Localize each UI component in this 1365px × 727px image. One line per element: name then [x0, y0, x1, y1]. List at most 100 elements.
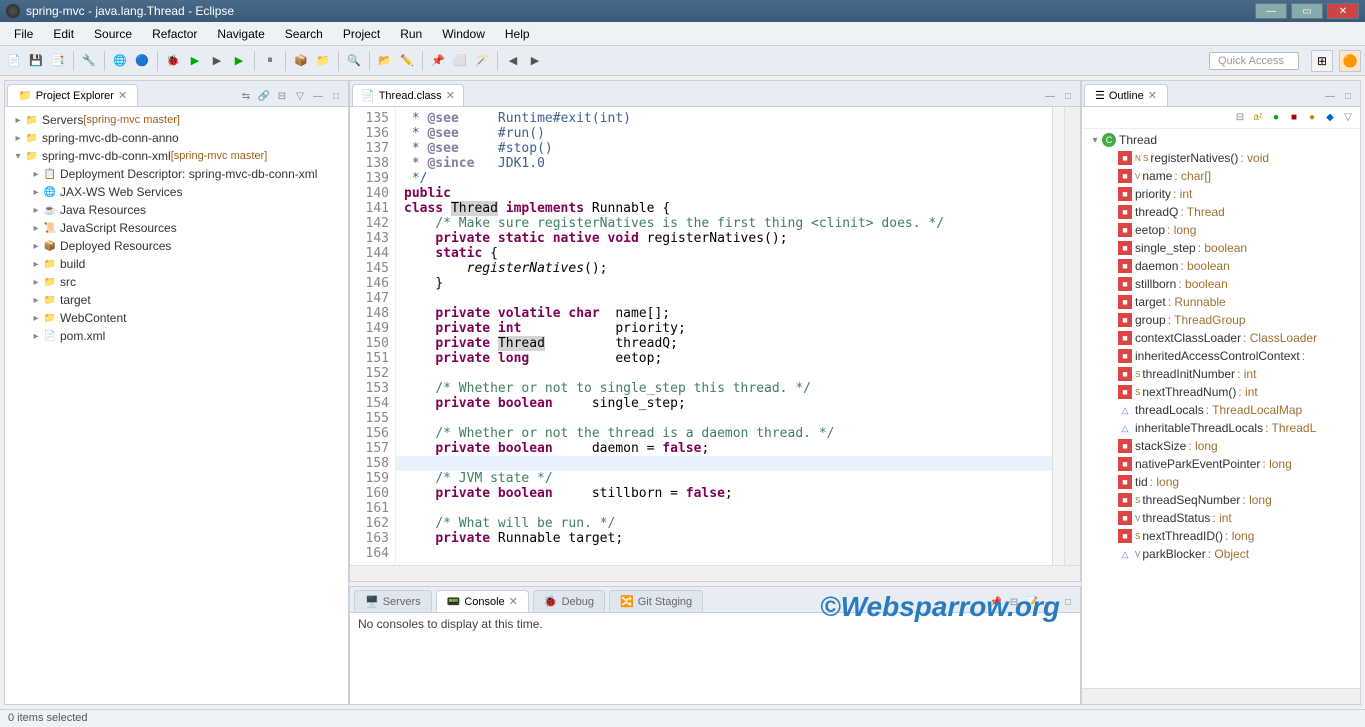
outline-member[interactable]: ■tid : long: [1114, 473, 1358, 491]
editor-tab-thread[interactable]: 📄 Thread.class ✕: [352, 84, 464, 106]
outline-member[interactable]: ■single_step : boolean: [1114, 239, 1358, 257]
menu-source[interactable]: Source: [84, 24, 142, 44]
twisty-icon[interactable]: ▸: [29, 295, 43, 306]
outline-member[interactable]: ■SthreadSeqNumber : long: [1114, 491, 1358, 509]
hide-fields-icon[interactable]: ●: [1268, 109, 1284, 125]
bottom-tab-debug[interactable]: 🐞Debug: [533, 590, 605, 612]
menu-file[interactable]: File: [4, 24, 43, 44]
twisty-icon[interactable]: ▸: [11, 115, 25, 126]
bottom-tab-servers[interactable]: 🖥️Servers: [354, 590, 432, 612]
menu-edit[interactable]: Edit: [43, 24, 84, 44]
twisty-icon[interactable]: ▾: [1088, 135, 1102, 146]
open-task-icon[interactable]: ✏️: [397, 51, 417, 71]
outline-member[interactable]: ■group : ThreadGroup: [1114, 311, 1358, 329]
tree-item[interactable]: ▸🌐JAX-WS Web Services: [7, 183, 346, 201]
hide-static-icon[interactable]: ■: [1286, 109, 1302, 125]
bottom-tab-console[interactable]: 📟Console✕: [436, 590, 529, 612]
minimize-outline-icon[interactable]: —: [1322, 88, 1338, 104]
tree-item[interactable]: ▸📁Servers [spring-mvc master]: [7, 111, 346, 129]
java-ee-perspective-icon[interactable]: 🟠: [1339, 50, 1361, 72]
minimize-button[interactable]: —: [1255, 3, 1287, 19]
focus-icon[interactable]: ⊟: [274, 88, 290, 104]
menu-help[interactable]: Help: [495, 24, 540, 44]
pin-icon[interactable]: 📌: [428, 51, 448, 71]
minimize-bottom-icon[interactable]: —: [1042, 594, 1058, 610]
menu-project[interactable]: Project: [333, 24, 390, 44]
twisty-icon[interactable]: ▸: [11, 133, 25, 144]
tree-item[interactable]: ▸☕Java Resources: [7, 201, 346, 219]
outline-member[interactable]: ■eetop : long: [1114, 221, 1358, 239]
menu-refactor[interactable]: Refactor: [142, 24, 207, 44]
outline-tab[interactable]: ☰ Outline ✕: [1084, 84, 1168, 106]
open-type-icon[interactable]: 📂: [375, 51, 395, 71]
view-menu-icon[interactable]: ▽: [292, 88, 308, 104]
twisty-icon[interactable]: ▸: [29, 205, 43, 216]
twisty-icon[interactable]: ▸: [29, 277, 43, 288]
close-icon[interactable]: ✕: [509, 595, 518, 608]
outline-member[interactable]: ■stackSize : long: [1114, 437, 1358, 455]
outline-member[interactable]: ■SthreadInitNumber : int: [1114, 365, 1358, 383]
tree-item[interactable]: ▸📁build: [7, 255, 346, 273]
maximize-bottom-icon[interactable]: □: [1060, 594, 1076, 610]
tree-item[interactable]: ▸📋Deployment Descriptor: spring-mvc-db-c…: [7, 165, 346, 183]
outline-member[interactable]: ■Vname : char[]: [1114, 167, 1358, 185]
tree-item[interactable]: ▸📁src: [7, 273, 346, 291]
quick-access-input[interactable]: Quick Access: [1209, 52, 1299, 70]
code-area[interactable]: * @see Runtime#exit(int) * @see #run() *…: [396, 107, 1052, 565]
maximize-outline-icon[interactable]: □: [1340, 88, 1356, 104]
new-package-icon[interactable]: 📁: [313, 51, 333, 71]
outline-member[interactable]: ■SnextThreadNum() : int: [1114, 383, 1358, 401]
twisty-icon[interactable]: ▸: [29, 313, 43, 324]
outline-member[interactable]: ■N SregisterNatives() : void: [1114, 149, 1358, 167]
vertical-scrollbar[interactable]: [1064, 107, 1080, 565]
outline-member[interactable]: △threadLocals : ThreadLocalMap: [1114, 401, 1358, 419]
twisty-icon[interactable]: ▸: [29, 187, 43, 198]
outline-menu-icon[interactable]: ▽: [1340, 109, 1356, 125]
outline-member[interactable]: ■target : Runnable: [1114, 293, 1358, 311]
save-all-icon[interactable]: 📑: [48, 51, 68, 71]
twisty-icon[interactable]: ▸: [29, 241, 43, 252]
outline-member[interactable]: ■SnextThreadID() : long: [1114, 527, 1358, 545]
forward-icon[interactable]: ▶: [525, 51, 545, 71]
run-server-icon[interactable]: 🌐: [110, 51, 130, 71]
close-icon[interactable]: ✕: [446, 89, 455, 102]
maximize-button[interactable]: ▭: [1291, 3, 1323, 19]
run-icon[interactable]: ▶: [185, 51, 205, 71]
twisty-icon[interactable]: ▸: [29, 259, 43, 270]
menu-search[interactable]: Search: [275, 24, 333, 44]
outline-member[interactable]: ■VthreadStatus : int: [1114, 509, 1358, 527]
close-icon[interactable]: ✕: [118, 89, 127, 102]
outline-member[interactable]: ■daemon : boolean: [1114, 257, 1358, 275]
minimize-editor-icon[interactable]: —: [1042, 88, 1058, 104]
debug-icon[interactable]: 🐞: [163, 51, 183, 71]
sort-icon[interactable]: aᶻ: [1250, 109, 1266, 125]
new-class-icon[interactable]: 📦: [291, 51, 311, 71]
tree-item[interactable]: ▸📦Deployed Resources: [7, 237, 346, 255]
hide-nonpublic-icon[interactable]: ●: [1304, 109, 1320, 125]
outline-tree[interactable]: ▾CThread■N SregisterNatives() : void■Vna…: [1082, 129, 1360, 688]
link-editor-icon[interactable]: 🔗: [256, 88, 272, 104]
tree-item[interactable]: ▸📁WebContent: [7, 309, 346, 327]
console-new-icon[interactable]: 📝: [1024, 594, 1040, 610]
focus-outline-icon[interactable]: ⊟: [1232, 109, 1248, 125]
project-tree[interactable]: ▸📁Servers [spring-mvc master]▸📁spring-mv…: [5, 107, 348, 704]
maximize-editor-icon[interactable]: □: [1060, 88, 1076, 104]
open-perspective-icon[interactable]: ⊞: [1311, 50, 1333, 72]
skip-breakpoints-icon[interactable]: ⏸: [260, 51, 280, 71]
new-icon[interactable]: 📄: [4, 51, 24, 71]
outline-member[interactable]: ■threadQ : Thread: [1114, 203, 1358, 221]
tree-item[interactable]: ▸📄pom.xml: [7, 327, 346, 345]
editor-body[interactable]: 135 136 137 138 139 140 141 142 143 144 …: [350, 107, 1080, 565]
menu-run[interactable]: Run: [390, 24, 432, 44]
wand-icon[interactable]: 🪄: [472, 51, 492, 71]
search-icon[interactable]: 🔍: [344, 51, 364, 71]
close-button[interactable]: ✕: [1327, 3, 1359, 19]
save-icon[interactable]: 💾: [26, 51, 46, 71]
twisty-icon[interactable]: ▸: [29, 169, 43, 180]
project-explorer-tab[interactable]: 📁 Project Explorer ✕: [7, 84, 138, 106]
hide-local-icon[interactable]: ◆: [1322, 109, 1338, 125]
maximize-view-icon[interactable]: □: [328, 88, 344, 104]
refactor-icon[interactable]: 🔧: [79, 51, 99, 71]
tree-item[interactable]: ▸📁spring-mvc-db-conn-anno: [7, 129, 346, 147]
tree-item[interactable]: ▸📁target: [7, 291, 346, 309]
